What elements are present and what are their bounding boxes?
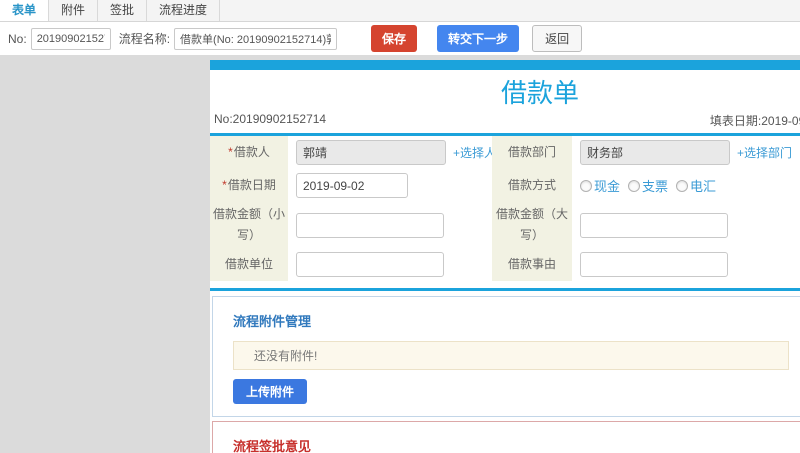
loan-unit-label: 借款单位	[210, 248, 288, 281]
amount-uppercase-input[interactable]	[580, 212, 728, 238]
tab-attachment[interactable]: 附件	[49, 0, 99, 21]
page-background: 借款单 No:20190902152714 填表日期:2019-09-02 15…	[0, 55, 800, 453]
tab-process-progress[interactable]: 流程进度	[147, 0, 221, 21]
loan-date-input[interactable]	[296, 173, 408, 198]
form-bottom-accent-bar	[210, 288, 800, 291]
loan-unit-input[interactable]	[296, 252, 444, 277]
upload-attachment-button[interactable]: 上传附件	[233, 379, 308, 404]
required-mark: *	[228, 145, 233, 159]
required-mark: *	[222, 178, 227, 192]
form-title: 借款单	[500, 78, 579, 108]
department-label: 借款部门	[492, 136, 572, 169]
borrower-input[interactable]	[296, 140, 446, 165]
amount-lowercase-input[interactable]	[296, 212, 444, 238]
attachment-panel: 流程附件管理 还没有附件! 上传附件	[212, 296, 800, 417]
form-no-text: No:20190902152714	[214, 112, 327, 126]
transfer-next-step-button[interactable]: 转交下一步	[437, 25, 520, 52]
form-top-accent-bar	[210, 60, 800, 70]
tab-approval[interactable]: 签批	[98, 0, 148, 21]
approval-panel-title: 流程签批意见	[233, 439, 312, 453]
tab-bar: 表单 附件 签批 流程进度	[0, 0, 800, 22]
radio-cheque[interactable]: 支票	[628, 176, 668, 195]
form-fields: *借款人 +选择人员 借款部门 +选择部门 *借款日期 借款方式	[210, 136, 800, 281]
amount-uppercase-label: 借款金额（大写）	[492, 202, 572, 248]
attachment-panel-title: 流程附件管理	[233, 314, 312, 329]
tab-form[interactable]: 表单	[0, 0, 50, 21]
loan-method-radio-group: 现金 支票 电汇	[580, 176, 716, 195]
borrower-label: *借款人	[210, 136, 288, 169]
radio-circle-icon[interactable]	[580, 179, 592, 192]
approval-panel: 流程签批意见 B I abc	[212, 421, 800, 453]
select-department-link[interactable]: +选择部门	[737, 144, 792, 161]
loan-form-document: 借款单 No:20190902152714 填表日期:2019-09-02 15…	[210, 60, 800, 453]
save-button[interactable]: 保存	[371, 25, 418, 52]
no-attachment-alert: 还没有附件!	[233, 341, 789, 370]
no-input[interactable]	[30, 27, 111, 50]
radio-wire-transfer[interactable]: 电汇	[676, 176, 716, 195]
radio-circle-icon[interactable]	[628, 179, 641, 192]
loan-reason-label: 借款事由	[492, 248, 572, 281]
loan-method-label: 借款方式	[492, 169, 572, 202]
department-input[interactable]	[580, 140, 730, 165]
toolbar: No: 流程名称: 保存 转交下一步 返回	[0, 22, 800, 55]
radio-circle-icon[interactable]	[676, 179, 689, 192]
process-name-input[interactable]	[174, 27, 338, 50]
no-label: No:	[8, 31, 27, 46]
radio-cash[interactable]: 现金	[580, 176, 620, 195]
form-date-text: 填表日期:2019-09-02 15:27:1	[709, 114, 800, 128]
back-button[interactable]: 返回	[532, 25, 583, 52]
process-name-label: 流程名称:	[118, 32, 171, 46]
amount-lowercase-label: 借款金额（小写）	[210, 202, 288, 248]
loan-reason-input[interactable]	[580, 252, 728, 277]
loan-date-label: *借款日期	[210, 169, 288, 202]
